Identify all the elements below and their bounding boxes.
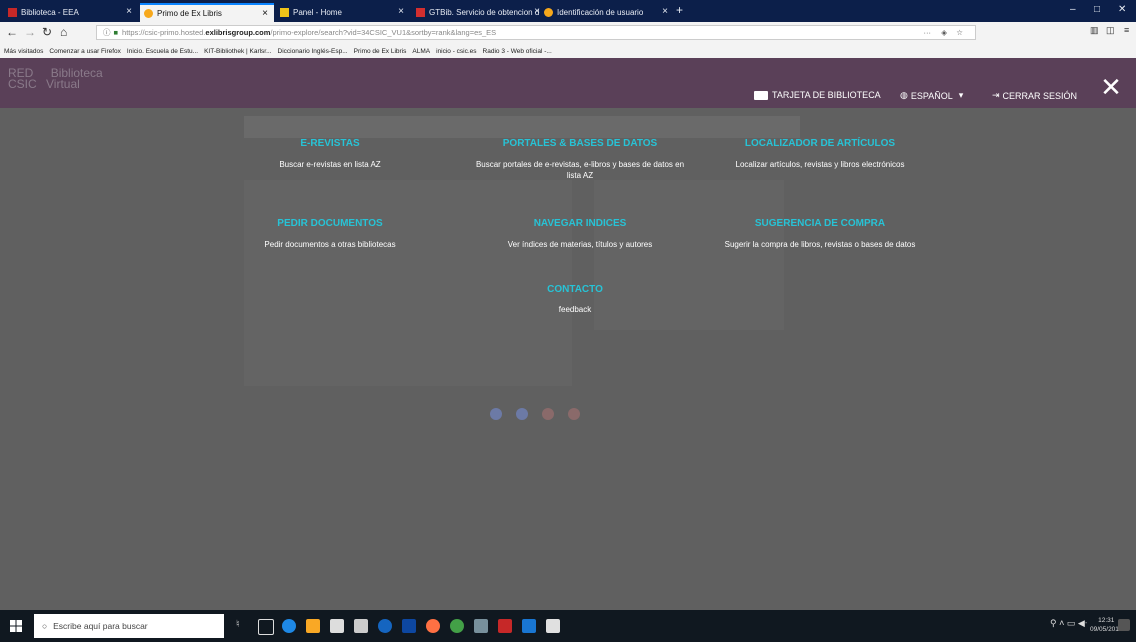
- background-social-icon: [568, 408, 580, 420]
- id-card-icon: [754, 90, 768, 100]
- microphone-icon[interactable]: ♮: [236, 619, 250, 633]
- close-tab-icon[interactable]: ×: [398, 6, 404, 17]
- gtbib-favicon-icon: [416, 8, 425, 17]
- back-arrow-icon[interactable]: ←: [6, 25, 18, 39]
- search-icon: ○: [42, 621, 48, 631]
- browser-nav-bar: ← → ↻ ⌂ ⓘ ■ https://csic-primo.hosted. ex…: [0, 22, 1136, 45]
- edge-icon[interactable]: [282, 619, 296, 633]
- lock-icon: ■: [113, 28, 119, 37]
- globe-icon: ◍: [900, 90, 908, 100]
- sugerencia-compra-title[interactable]: SUGERENCIA DE COMPRA: [700, 218, 940, 229]
- language-selector[interactable]: ◍ ESPAÑOL ▾: [900, 90, 963, 101]
- window-close-icon[interactable]: ✕: [1118, 4, 1126, 15]
- localizador-title[interactable]: LOCALIZADOR DE ARTÍCULOS: [710, 138, 930, 149]
- background-search-bar: [244, 116, 800, 138]
- chrome-icon[interactable]: [450, 619, 464, 633]
- portales-title[interactable]: PORTALES & BASES DE DATOS: [470, 138, 690, 149]
- site-logo[interactable]: RED Biblioteca CSIC Virtual: [8, 67, 103, 90]
- navegar-indices-desc[interactable]: Ver índices de materias, títulos y autor…: [470, 239, 690, 250]
- library-icon[interactable]: ▥: [1090, 25, 1099, 36]
- primo-favicon-icon: [144, 9, 153, 18]
- settings-app-icon[interactable]: [474, 619, 488, 633]
- system-tray-icons[interactable]: ⚲ ˄ ▭ ◀ᐧ: [1050, 618, 1087, 629]
- tab-identificacion[interactable]: Identificación de usuario ×: [540, 3, 674, 22]
- navegar-indices-title[interactable]: NAVEGAR INDICES: [470, 218, 690, 229]
- e-revistas-title[interactable]: E-REVISTAS: [250, 138, 410, 149]
- url-bar[interactable]: ⓘ ■ https://csic-primo.hosted. exlibrisgr…: [96, 25, 976, 40]
- tab-biblioteca-eea[interactable]: Biblioteca - EEA ×: [4, 3, 138, 22]
- background-social-icon: [516, 408, 528, 420]
- logout-link[interactable]: ⇥ CERRAR SESIÓN: [992, 90, 1077, 101]
- contacto-desc[interactable]: feedback: [520, 304, 630, 315]
- site-header: RED Biblioteca CSIC Virtual TARJETA DE B…: [0, 58, 1136, 108]
- bookmark-item[interactable]: Más visitados: [4, 48, 43, 55]
- hamburger-menu-icon[interactable]: ≡: [1124, 25, 1129, 35]
- e-revistas-desc[interactable]: Buscar e-revistas en lista AZ: [250, 159, 410, 170]
- maximize-icon[interactable]: □: [1094, 4, 1100, 15]
- windows-start-icon[interactable]: [10, 620, 22, 632]
- close-tab-icon[interactable]: ×: [662, 6, 668, 17]
- bookmark-star-icon[interactable]: ☆: [956, 28, 963, 37]
- portales-desc[interactable]: Buscar portales de e-revistas, e-libros …: [470, 159, 690, 181]
- reload-icon[interactable]: ↻: [42, 25, 52, 39]
- forward-arrow-icon[interactable]: →: [24, 25, 36, 39]
- internet-explorer-icon[interactable]: [378, 619, 392, 633]
- windows-taskbar: ○ Escribe aquí para buscar ♮ ⚲ ˄ ▭ ◀ᐧ 12…: [0, 610, 1136, 642]
- bookmarks-toolbar: Más visitados Comenzar a usar Firefox In…: [0, 44, 1136, 58]
- outlook-icon[interactable]: [402, 619, 416, 633]
- file-explorer-icon[interactable]: [306, 619, 320, 633]
- sugerencia-compra-desc[interactable]: Sugerir la compra de libros, revistas o …: [700, 239, 940, 250]
- tab-primo[interactable]: Primo de Ex Libris ×: [140, 3, 274, 22]
- notifications-icon[interactable]: [1118, 619, 1130, 631]
- taskbar-search-input[interactable]: ○ Escribe aquí para buscar: [34, 614, 224, 638]
- caret-down-icon: ▾: [958, 90, 964, 100]
- close-menu-icon[interactable]: ✕: [1098, 74, 1124, 102]
- sign-out-icon: ⇥: [992, 90, 1000, 100]
- background-info-panel: [244, 180, 572, 386]
- background-social-icon: [542, 408, 554, 420]
- tab-gtbib[interactable]: GTBib. Servicio de obtencion d ×: [412, 3, 546, 22]
- page-actions-icon[interactable]: ···: [924, 28, 932, 37]
- firefox-icon[interactable]: [426, 619, 440, 633]
- browser-tab-bar: Biblioteca - EEA × Primo de Ex Libris × …: [0, 0, 1136, 22]
- close-tab-icon[interactable]: ×: [262, 8, 268, 19]
- calculator-icon[interactable]: [546, 619, 560, 633]
- bookmark-item[interactable]: Primo de Ex Libris: [354, 48, 407, 55]
- bookmark-item[interactable]: ALMA: [412, 48, 430, 55]
- word-icon[interactable]: [522, 619, 536, 633]
- primo-favicon-icon: [544, 8, 553, 17]
- new-tab-icon[interactable]: +: [676, 3, 683, 17]
- pedir-documentos-desc[interactable]: Pedir documentos a otras bibliotecas: [240, 239, 420, 250]
- close-tab-icon[interactable]: ×: [126, 6, 132, 17]
- library-favicon-icon: [8, 8, 17, 17]
- bookmark-item[interactable]: Inicio. Escuela de Estu...: [127, 48, 198, 55]
- minimize-icon[interactable]: –: [1070, 4, 1076, 15]
- mail-icon[interactable]: [354, 619, 368, 633]
- task-view-icon[interactable]: [258, 619, 274, 635]
- contacto-title[interactable]: CONTACTO: [520, 284, 630, 295]
- bookmark-item[interactable]: inicio - csic.es: [436, 48, 476, 55]
- panel-favicon-icon: [280, 8, 289, 17]
- bookmark-item[interactable]: Radio 3 - Web oficial -...: [483, 48, 552, 55]
- sidebar-icon[interactable]: ◫: [1106, 25, 1115, 36]
- bookmark-item[interactable]: Diccionario Inglés-Esp...: [278, 48, 348, 55]
- tab-panel-home[interactable]: Panel - Home ×: [276, 3, 410, 22]
- pocket-icon[interactable]: ◈: [941, 28, 947, 37]
- store-icon[interactable]: [330, 619, 344, 633]
- info-icon: ⓘ: [103, 28, 111, 37]
- bookmark-item[interactable]: Comenzar a usar Firefox: [49, 48, 121, 55]
- library-card-link[interactable]: TARJETA DE BIBLIOTECA: [754, 90, 881, 100]
- page-content: RED Biblioteca CSIC Virtual TARJETA DE B…: [0, 58, 1136, 610]
- home-icon[interactable]: ⌂: [60, 25, 67, 39]
- pedir-documentos-title[interactable]: PEDIR DOCUMENTOS: [240, 218, 420, 229]
- background-social-icon: [490, 408, 502, 420]
- acrobat-icon[interactable]: [498, 619, 512, 633]
- bookmark-item[interactable]: KIT-Bibliothek | Karlsr...: [204, 48, 271, 55]
- localizador-desc[interactable]: Localizar artículos, revistas y libros e…: [710, 159, 930, 170]
